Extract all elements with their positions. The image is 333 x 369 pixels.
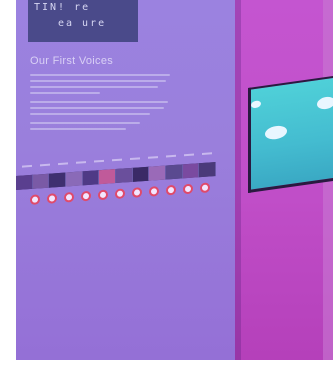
timeline-photo <box>199 162 217 178</box>
timeline-photo <box>166 164 183 180</box>
timeline-tick-label <box>22 164 32 168</box>
text-line <box>30 86 158 88</box>
video-screen <box>248 75 333 193</box>
cloud-shape <box>317 95 333 111</box>
timeline-marker-dot <box>200 182 210 194</box>
timeline-photo <box>66 171 83 187</box>
cloud-shape <box>251 100 261 109</box>
timeline-marker-dot <box>64 191 74 203</box>
timeline-marker-dot <box>98 189 108 201</box>
text-line <box>30 122 140 124</box>
wall-poster: TIN! re ea ure <box>28 0 138 42</box>
timeline-photo <box>116 167 133 184</box>
text-line <box>30 74 170 76</box>
timeline-tick-label <box>58 162 68 166</box>
text-line <box>30 128 126 130</box>
cloud-shape <box>265 124 287 141</box>
text-line <box>30 92 100 94</box>
timeline-photo <box>99 169 117 185</box>
timeline-tick-label <box>148 156 158 159</box>
text-line <box>30 80 166 82</box>
timeline-marker-dot <box>30 194 40 206</box>
timeline-marker-dot <box>149 186 159 197</box>
timeline-marker-dot <box>132 187 142 198</box>
timeline-tick-label <box>112 158 122 162</box>
timeline-marker-dot <box>47 193 57 204</box>
timeline-photo <box>132 166 150 182</box>
timeline-marker-dot <box>115 188 125 200</box>
panel-body-text <box>30 74 170 134</box>
poster-text-line-2: ea ure <box>58 18 107 29</box>
timeline-photo <box>49 172 67 188</box>
timeline-photo <box>16 174 33 190</box>
timeline-marker-dot <box>166 184 176 196</box>
timeline-tick-label <box>40 163 50 167</box>
timeline-tick-label <box>94 159 104 163</box>
timeline-tick-label <box>130 157 140 161</box>
text-line <box>30 101 168 103</box>
timeline-marker-dot <box>183 183 193 195</box>
text-line <box>30 113 150 115</box>
panel-heading: Our First Voices <box>30 55 114 67</box>
timeline-photo <box>182 163 200 179</box>
timeline-tick-label <box>184 153 194 157</box>
timeline-photo <box>82 170 100 186</box>
timeline-tick-label <box>202 152 212 155</box>
poster-text-line-1: TIN! re <box>34 2 91 13</box>
timeline-tick-label <box>76 161 86 164</box>
timeline-marker-dot <box>81 190 91 202</box>
timeline-photo <box>149 165 167 181</box>
floor <box>16 360 333 369</box>
text-line <box>30 107 164 109</box>
timeline-tick-label <box>166 154 176 158</box>
timeline-photo <box>32 173 50 189</box>
photo-scene: TIN! re ea ure Our First Voices <box>0 0 333 369</box>
